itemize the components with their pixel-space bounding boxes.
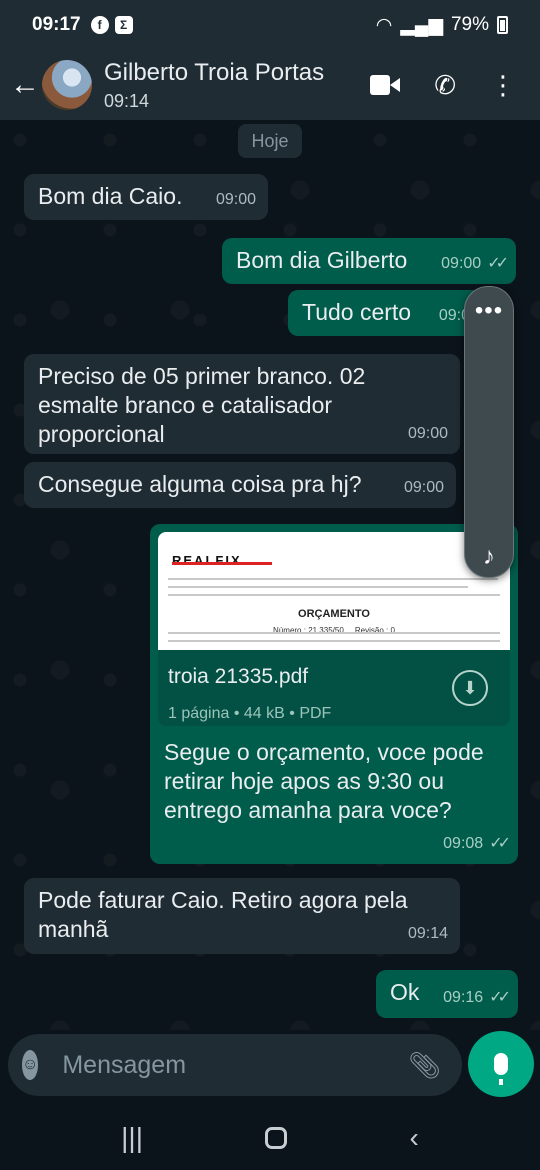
message-time: 09:16 bbox=[443, 989, 484, 1006]
message-time: 09:14 bbox=[407, 925, 448, 942]
mic-icon bbox=[494, 1053, 508, 1085]
document-caption: Segue o orçamento, voce pode retirar hoj… bbox=[164, 739, 484, 823]
download-icon[interactable]: ⬇ bbox=[452, 670, 488, 706]
status-bar: 09:17 f Σ ◠ ▂▄▆ 79% bbox=[0, 0, 540, 50]
read-ticks-icon: ✓✓ bbox=[487, 255, 509, 272]
message-time: 09:08 bbox=[443, 835, 484, 852]
message-time: 09:00 bbox=[407, 425, 448, 442]
message-text: Pode faturar Caio. Retiro agora pela man… bbox=[38, 887, 408, 942]
message-text: Bom dia Caio. bbox=[38, 183, 183, 209]
document-brand-logo: REALFIX bbox=[172, 553, 242, 568]
nav-back-icon[interactable]: ‹ bbox=[410, 1122, 419, 1154]
signal-icon: ▂▄▆ bbox=[400, 14, 443, 36]
contact-name: Gilberto Troia Portas bbox=[104, 58, 325, 86]
read-ticks-icon: ✓✓ bbox=[489, 835, 511, 852]
read-ticks-icon: ✓✓ bbox=[489, 989, 511, 1006]
message-time: 09:00 bbox=[403, 479, 444, 496]
message-text: Tudo certo bbox=[302, 299, 412, 325]
home-icon[interactable] bbox=[265, 1127, 288, 1149]
battery-icon bbox=[497, 16, 508, 34]
attach-paperclip-icon[interactable]: 📎︎ bbox=[408, 1050, 441, 1081]
chat-area[interactable]: Hoje Bom dia Caio. 09:00 Bom dia Gilbert… bbox=[0, 120, 540, 1030]
more-dots-icon[interactable]: ••• bbox=[465, 297, 513, 325]
battery-percent: 79% bbox=[450, 14, 489, 35]
date-chip: Hoje bbox=[238, 124, 302, 158]
message-bubble[interactable]: Pode faturar Caio. Retiro agora pela man… bbox=[24, 878, 460, 954]
document-file-name: troia 21335.pdf bbox=[168, 665, 309, 688]
message-text: Bom dia Gilberto bbox=[236, 247, 408, 273]
music-note-icon[interactable]: ♪ bbox=[465, 543, 513, 571]
back-arrow-icon[interactable]: ← bbox=[10, 68, 40, 102]
message-input[interactable] bbox=[62, 1050, 385, 1080]
message-text: Preciso de 05 primer branco. 02 esmalte … bbox=[38, 363, 366, 447]
phone-call-icon[interactable]: ✆ bbox=[434, 70, 456, 101]
message-time: 09:00 bbox=[441, 255, 482, 272]
video-call-icon[interactable] bbox=[370, 75, 401, 95]
message-time: 09:00 bbox=[215, 191, 256, 208]
document-details: 1 página • 44 kB • PDF bbox=[168, 705, 332, 722]
system-nav-bar: ||| ‹ bbox=[0, 1106, 540, 1170]
message-bubble[interactable]: Bom dia Gilberto 09:00 ✓✓ bbox=[222, 238, 516, 284]
document-message-bubble[interactable]: REALFIX ORÇAMENTO Número : 21.335/50 Rev… bbox=[150, 524, 518, 864]
message-bubble[interactable]: Bom dia Caio. 09:00 bbox=[24, 174, 268, 220]
emoji-icon[interactable]: ☺ bbox=[22, 1050, 39, 1080]
document-info[interactable]: troia 21335.pdf 1 página • 44 kB • PDF ⬇ bbox=[158, 650, 510, 726]
message-text: Consegue alguma coisa pra hj? bbox=[38, 471, 362, 497]
contact-info[interactable]: Gilberto Troia Portas 09:14 bbox=[104, 59, 324, 112]
chat-header: ← Gilberto Troia Portas 09:14 ✆ ⋮ bbox=[0, 50, 540, 120]
more-options-icon[interactable]: ⋮ bbox=[490, 70, 516, 101]
message-text: Ok bbox=[390, 979, 420, 1005]
message-bubble[interactable]: Ok 09:16 ✓✓ bbox=[376, 970, 518, 1018]
facebook-icon: f bbox=[90, 16, 109, 34]
last-seen-time: 09:14 bbox=[104, 90, 150, 111]
message-input-bar: ☺ 📎︎ bbox=[8, 1034, 492, 1096]
message-bubble[interactable]: Consegue alguma coisa pra hj? 09:00 bbox=[24, 462, 456, 508]
message-bubble[interactable]: Preciso de 05 primer branco. 02 esmalte … bbox=[24, 354, 460, 454]
contact-avatar[interactable] bbox=[42, 60, 92, 110]
floating-audio-panel[interactable]: ••• ♪ bbox=[464, 286, 514, 578]
recent-apps-icon[interactable]: ||| bbox=[121, 1122, 143, 1154]
document-preview[interactable]: REALFIX ORÇAMENTO Número : 21.335/50 Rev… bbox=[158, 532, 510, 650]
mic-button[interactable] bbox=[468, 1031, 534, 1097]
status-time: 09:17 bbox=[32, 14, 81, 35]
sigma-app-icon: Σ bbox=[114, 16, 133, 34]
wifi-icon: ◠ bbox=[375, 14, 393, 36]
